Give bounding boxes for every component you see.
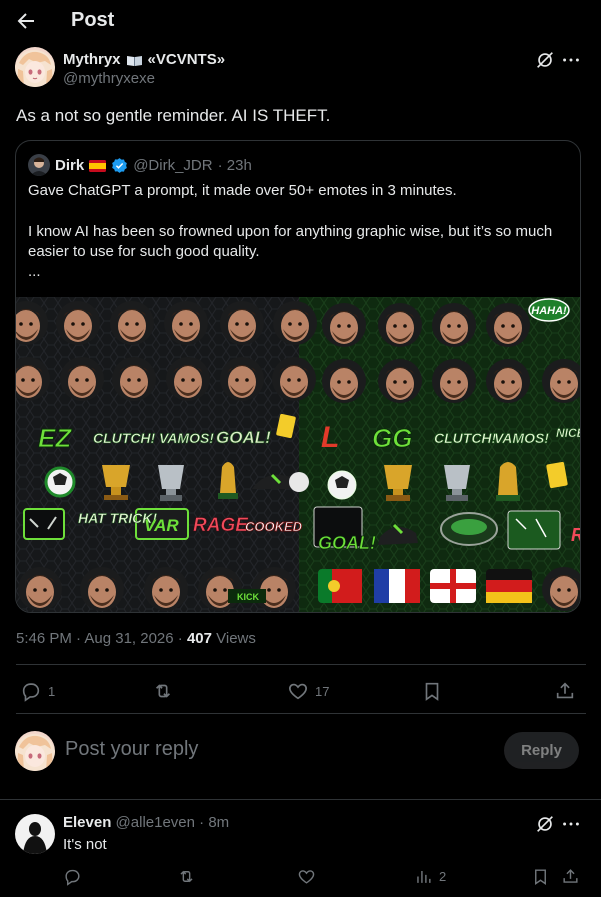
views-count: 407: [186, 630, 212, 647]
emote-label: VAMOS!: [494, 430, 549, 446]
quote-text: Gave ChatGPT a prompt, it made over 50+ …: [28, 181, 573, 282]
more-options-icon[interactable]: [560, 49, 582, 71]
spain-flag-icon: [89, 159, 107, 172]
composer-avatar: [15, 731, 55, 771]
bookmark-icon: [425, 682, 439, 701]
repost-icon: [180, 870, 193, 883]
bookmark-button[interactable]: [421, 680, 443, 702]
emote-label: GOAL!: [216, 428, 271, 447]
share-icon: [556, 682, 574, 699]
quote-author-line: Dirk @Dirk_JDR · 23h: [28, 154, 252, 176]
divider: [16, 664, 586, 665]
author-name-suffix: «VCVNTS»: [147, 51, 226, 68]
emote-kick: KICK: [228, 589, 266, 603]
reply-text: It's not: [63, 836, 107, 853]
author-name[interactable]: Mythryx: [63, 51, 121, 68]
quoted-post[interactable]: Dirk @Dirk_JDR · 23h Gave ChatGPT a prom…: [15, 140, 581, 613]
divider: [0, 799, 601, 800]
reply-icon: [65, 869, 80, 886]
emote-label: GOAL!: [318, 533, 376, 553]
reply-avatar[interactable]: [15, 814, 55, 854]
haha-badge: HAHA!: [528, 298, 570, 322]
book-emoji-icon: [126, 54, 143, 66]
quote-time: · 23h: [217, 156, 252, 174]
reply-views-button[interactable]: 2: [414, 867, 446, 886]
quote-author-handle: @Dirk_JDR: [133, 156, 213, 174]
reply-views-count: 2: [439, 869, 447, 884]
author-handle[interactable]: @mythryxexe: [63, 70, 155, 87]
page-title: Post: [71, 9, 115, 31]
like-count: 17: [315, 683, 330, 699]
page-header: Post: [0, 0, 601, 42]
reply-button[interactable]: 1: [20, 680, 55, 702]
emote-label: COOKED: [245, 519, 303, 534]
heart-icon: [289, 683, 307, 700]
bookmark-icon: [535, 869, 546, 885]
reply-count: 1: [48, 683, 56, 699]
back-arrow-icon[interactable]: [14, 9, 38, 33]
verified-badge-icon: [111, 157, 128, 174]
post-text: As a not so gentle reminder. AI IS THEFT…: [16, 106, 331, 125]
quote-text-line: ...: [28, 263, 41, 280]
svg-text:L: L: [321, 421, 339, 454]
reply-bookmark-button[interactable]: [531, 867, 550, 886]
share-button[interactable]: [554, 680, 576, 702]
reply-author-name[interactable]: Eleven: [63, 814, 111, 831]
post-meta: 5:46 PM · Aug 31, 2026 · 407 Views: [16, 630, 256, 647]
emote-label: CLUTCH!: [93, 430, 156, 446]
grok-icon[interactable]: [534, 813, 556, 835]
reply-submit-button[interactable]: Reply: [504, 732, 579, 769]
quote-media-image[interactable]: HAHA! EZ CLUTCH! VAMOS! GOAL! L GG CLUTC…: [16, 297, 581, 613]
reply-like-button[interactable]: [297, 867, 316, 886]
emote-label: GG: [372, 423, 412, 453]
emote-label: VAMOS!: [159, 430, 214, 446]
reply-input[interactable]: Post your reply: [65, 738, 198, 761]
avatar[interactable]: [15, 47, 55, 87]
share-icon: [563, 869, 578, 883]
post-timestamp[interactable]: 5:46 PM · Aug 31, 2026 ·: [16, 630, 187, 647]
emote-label: KICK: [237, 592, 259, 602]
heart-icon: [298, 870, 315, 884]
reply-icon: [22, 683, 40, 702]
emote-label: RAGE: [571, 525, 581, 545]
repost-icon: [155, 684, 171, 698]
emote-label: VAR: [144, 516, 179, 535]
emote-label: HAHA!: [531, 305, 567, 317]
reply-repost-button[interactable]: [177, 867, 196, 886]
reply-time: · 8m: [199, 814, 230, 831]
quote-avatar: [28, 154, 50, 176]
quote-text-line: I know AI has been so frowned upon for a…: [28, 223, 553, 260]
views-label: Views: [211, 630, 256, 647]
emote-label: EZ: [38, 423, 72, 453]
like-button[interactable]: 17: [287, 680, 329, 702]
emote-label: CLUTCH!: [434, 430, 497, 446]
divider: [16, 713, 586, 714]
quote-author-name[interactable]: Dirk: [55, 157, 84, 174]
reply-author-handle: @alle1even: [115, 814, 195, 831]
quote-text-line: Gave ChatGPT a prompt, it made over 50+ …: [28, 182, 457, 199]
emote-label: RAGE: [193, 515, 249, 536]
post-author-line: Mythryx «VCVNTS»: [63, 51, 225, 68]
emote-label: NICE GOAL: [556, 426, 581, 440]
repost-button[interactable]: [152, 680, 180, 702]
reply-reply-button[interactable]: [63, 867, 82, 886]
more-options-icon[interactable]: [560, 813, 582, 835]
analytics-icon: [417, 870, 431, 883]
reply-author-line: Eleven @alle1even · 8m: [63, 814, 229, 831]
reply-share-button[interactable]: [561, 867, 580, 886]
grok-icon[interactable]: [534, 49, 556, 71]
